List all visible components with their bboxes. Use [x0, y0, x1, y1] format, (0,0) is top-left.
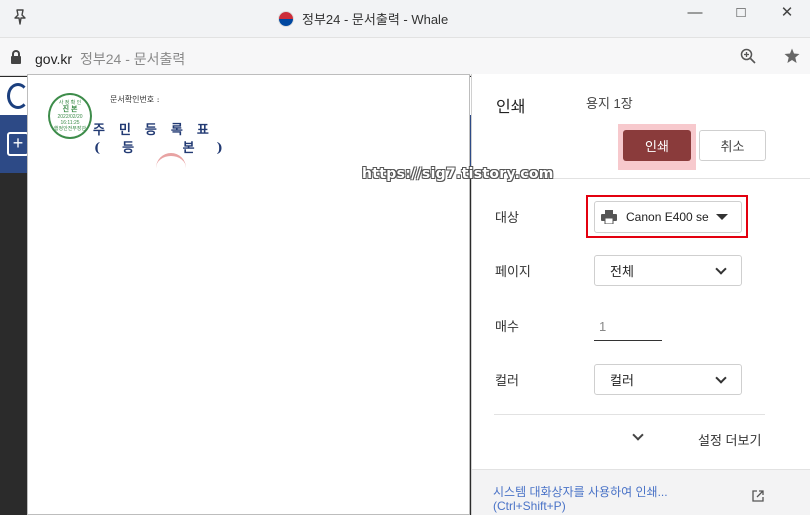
seal-center-text: 진 본 [62, 106, 78, 113]
pages-value: 전체 [610, 264, 634, 279]
copies-label: 매수 [495, 319, 519, 334]
print-settings-panel: 인쇄 용지 1장 인쇄 취소 대상 Canon E400 se 페이지 전체 매… [471, 74, 810, 515]
print-preview: 사 정 확 인 진 본 2022/02/20 16:11:25 행정안전부장관 … [27, 74, 470, 515]
stamp-mark [156, 153, 186, 183]
chevron-down-icon [715, 372, 727, 384]
zoom-icon[interactable] [740, 48, 756, 64]
maximize-button[interactable]: □ [718, 0, 764, 24]
seal-bottom-text: 행정안전부장관 [53, 126, 87, 132]
document-title: 주민등록표 [93, 123, 223, 138]
window-controls: — □ ✕ [672, 0, 810, 38]
destination-value: Canon E400 se [626, 210, 709, 224]
external-link-icon[interactable] [752, 490, 764, 502]
copies-input[interactable]: 1 [594, 312, 662, 341]
url-page-title: 정부24 - 문서출력 [79, 51, 186, 67]
pin-icon[interactable] [11, 8, 29, 26]
pages-label: 페이지 [495, 264, 531, 279]
minimize-icon: — [687, 3, 703, 21]
printer-icon [601, 210, 617, 224]
gov-logo-icon [278, 10, 294, 27]
background-plus-icon: + [7, 132, 29, 156]
system-dialog-link[interactable]: 시스템 대화상자를 사용하여 인쇄... (Ctrl+Shift+P) [493, 485, 723, 513]
minimize-button[interactable]: — [672, 0, 718, 24]
close-button[interactable]: ✕ [764, 0, 810, 24]
divider [494, 414, 765, 415]
verification-number-label: 문서확인번호 : [110, 95, 160, 104]
expand-chevron-icon[interactable] [632, 429, 644, 441]
window-titlebar: 정부24 - 문서출력 - Whale — □ ✕ [0, 0, 810, 38]
color-select[interactable]: 컬러 [594, 364, 742, 395]
window-title-text: 정부24 - 문서출력 - Whale [302, 12, 449, 27]
url-display[interactable]: gov.kr 정부24 - 문서출력 [35, 49, 185, 69]
page-count: 용지 1장 [586, 96, 633, 111]
watermark-text: https://sig7.tistory.com [362, 166, 554, 182]
panel-footer: 시스템 대화상자를 사용하여 인쇄... (Ctrl+Shift+P) [472, 469, 810, 515]
cancel-button[interactable]: 취소 [699, 130, 766, 161]
bookmark-star-icon[interactable] [783, 47, 801, 65]
destination-select[interactable]: Canon E400 se [594, 201, 742, 233]
address-bar[interactable]: gov.kr 정부24 - 문서출력 [0, 38, 810, 76]
window-title: 정부24 - 문서출력 - Whale [278, 9, 448, 28]
certification-seal-icon: 사 정 확 인 진 본 2022/02/20 16:11:25 행정안전부장관 [48, 93, 92, 139]
maximize-icon: □ [736, 3, 746, 21]
print-panel-title: 인쇄 [496, 99, 526, 116]
url-domain: gov.kr [35, 51, 73, 67]
dropdown-caret-icon [716, 214, 728, 220]
print-button[interactable]: 인쇄 [623, 130, 691, 161]
more-settings-link[interactable]: 설정 더보기 [698, 430, 761, 449]
pages-select[interactable]: 전체 [594, 255, 742, 286]
color-label: 컬러 [495, 373, 519, 388]
lock-icon[interactable] [11, 50, 21, 64]
destination-label: 대상 [495, 210, 519, 225]
color-value: 컬러 [610, 373, 634, 388]
close-icon: ✕ [780, 4, 794, 21]
chevron-down-icon [715, 263, 727, 275]
background-logo-icon [7, 83, 29, 109]
